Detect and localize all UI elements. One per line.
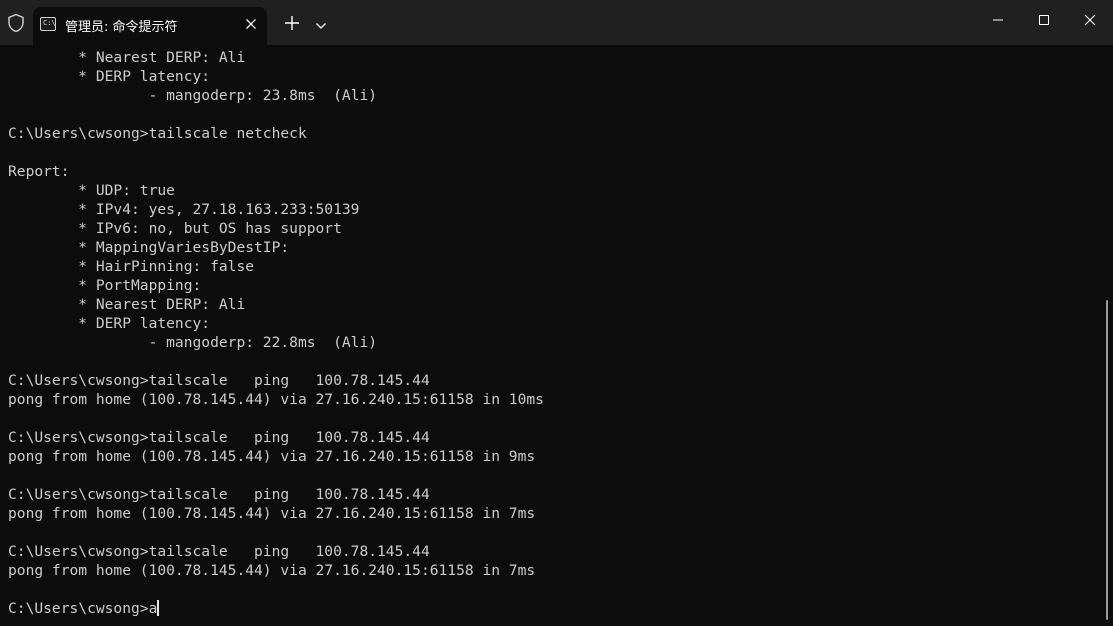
terminal-line: C:\Users\cwsong>tailscale ping 100.78.14… xyxy=(8,543,430,560)
chevron-down-icon[interactable] xyxy=(314,18,328,29)
terminal-line: - mangoderp: 22.8ms (Ali) xyxy=(8,334,378,351)
close-icon[interactable] xyxy=(243,16,259,32)
terminal-line: - mangoderp: 23.8ms (Ali) xyxy=(8,87,378,104)
terminal-line: C:\Users\cwsong>tailscale ping 100.78.14… xyxy=(8,486,430,503)
terminal-line: * IPv4: yes, 27.18.163.233:50139 xyxy=(8,201,360,218)
vertical-scrollbar[interactable] xyxy=(1106,300,1108,620)
terminal-line: * PortMapping: xyxy=(8,277,202,294)
maximize-button[interactable] xyxy=(1021,0,1067,40)
terminal-line: pong from home (100.78.145.44) via 27.16… xyxy=(8,505,536,522)
terminal-output[interactable]: * Nearest DERP: Ali * DERP latency: - ma… xyxy=(8,48,1098,626)
terminal-line: * HairPinning: false xyxy=(8,258,255,275)
cmd-icon: C:\ xyxy=(40,17,56,31)
close-button[interactable] xyxy=(1067,0,1113,40)
terminal-line: * DERP latency: xyxy=(8,68,211,85)
terminal-line: C:\Users\cwsong>tailscale netcheck xyxy=(8,125,307,142)
terminal-line: * MappingVariesByDestIP: xyxy=(8,239,290,256)
terminal-line: C:\Users\cwsong>tailscale ping 100.78.14… xyxy=(8,372,430,389)
terminal-line: pong from home (100.78.145.44) via 27.16… xyxy=(8,562,536,579)
minimize-icon xyxy=(993,19,1003,21)
command-input[interactable]: C:\Users\cwsong>a xyxy=(8,600,157,617)
tab-title: 管理员: 命令提示符 xyxy=(65,20,178,35)
plus-icon[interactable] xyxy=(283,14,301,32)
terminal-line: C:\Users\cwsong>tailscale ping 100.78.14… xyxy=(8,429,430,446)
text-cursor xyxy=(157,600,160,616)
minimize-button[interactable] xyxy=(975,0,1021,40)
terminal-line: * DERP latency: xyxy=(8,315,211,332)
terminal-line: * Nearest DERP: Ali xyxy=(8,296,246,313)
terminal-line: * Nearest DERP: Ali xyxy=(8,49,246,66)
title-bar[interactable]: C:\ 管理员: 命令提示符 xyxy=(0,0,1113,45)
maximize-icon xyxy=(1039,15,1049,25)
terminal-line: pong from home (100.78.145.44) via 27.16… xyxy=(8,448,536,465)
shield-icon xyxy=(7,13,25,33)
terminal-line: * UDP: true xyxy=(8,182,175,199)
tab-command-prompt[interactable]: C:\ 管理员: 命令提示符 xyxy=(33,7,267,45)
terminal-line: * IPv6: no, but OS has support xyxy=(8,220,342,237)
terminal-line: pong from home (100.78.145.44) via 27.16… xyxy=(8,391,544,408)
command-prompt-line[interactable]: C:\Users\cwsong>a xyxy=(8,599,1098,618)
close-icon xyxy=(1084,14,1096,26)
terminal-line: Report: xyxy=(8,163,70,180)
terminal-window: C:\ 管理员: 命令提示符 * Nearest DERP: Ali * DER… xyxy=(0,0,1113,626)
